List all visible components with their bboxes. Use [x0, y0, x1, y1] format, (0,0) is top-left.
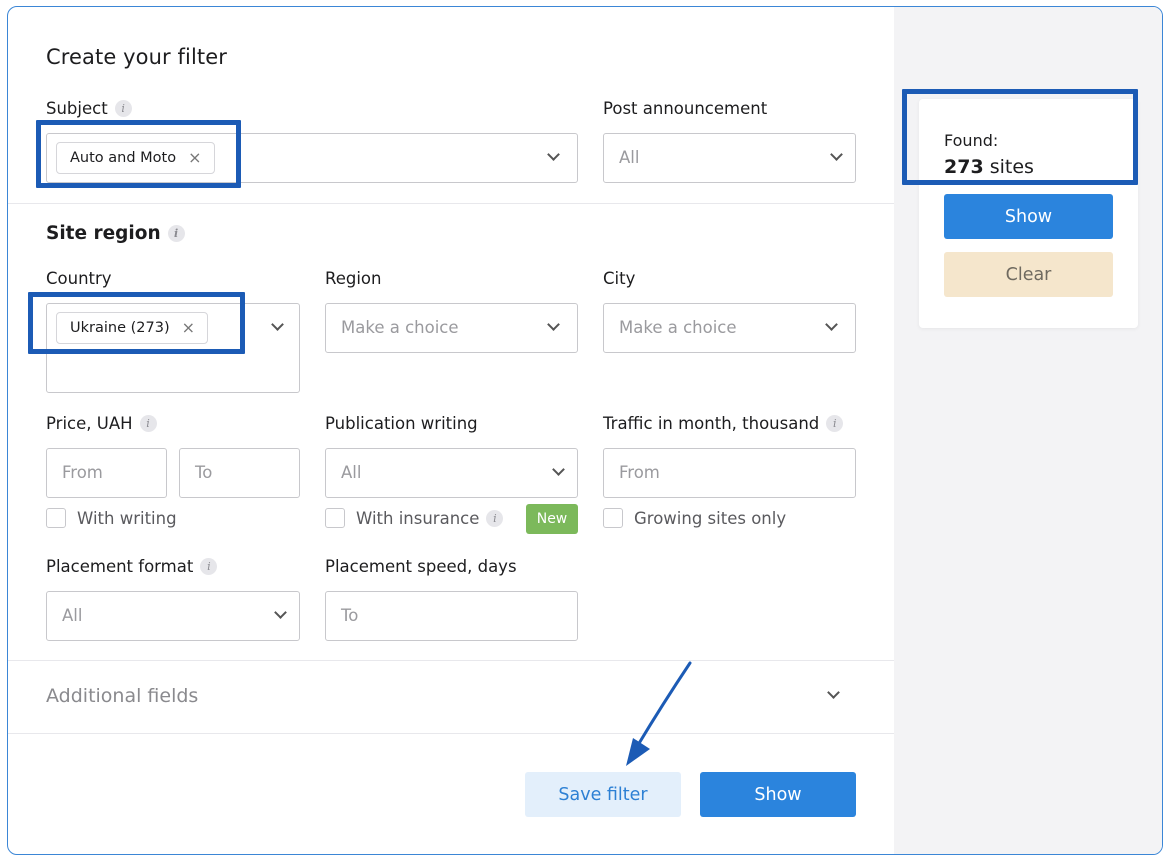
- arrow-annotation: [626, 661, 692, 766]
